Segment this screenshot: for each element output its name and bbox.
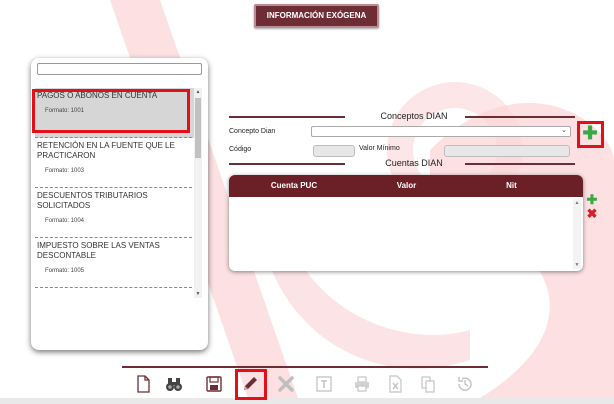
scrollbar-thumb[interactable]	[195, 98, 201, 158]
copy-icon	[421, 376, 435, 393]
scroll-up-icon[interactable]: ▲	[194, 89, 202, 95]
window-bottom-bar	[0, 398, 614, 404]
search-button[interactable]	[164, 374, 184, 394]
valor-minimo-label: Valor Mínimo	[359, 145, 400, 152]
list-item[interactable]: DESCUENTOS TRIBUTARIOS SOLICITADOS Forma…	[35, 188, 197, 238]
list-item-title: DESCUENTOS TRIBUTARIOS SOLICITADOS	[37, 191, 148, 210]
conceptos-rule-left	[229, 116, 345, 118]
add-concepto-highlight	[577, 121, 604, 148]
concepto-dian-select[interactable]: ⌄	[311, 126, 571, 137]
history-button[interactable]	[455, 374, 475, 394]
binoculars-icon	[166, 378, 182, 391]
chevron-down-icon: ⌄	[561, 127, 567, 134]
format-search-input[interactable]	[37, 63, 202, 75]
column-cuenta-puc[interactable]: Cuenta PUC	[229, 175, 359, 197]
save-icon	[206, 376, 222, 392]
excel-icon	[389, 375, 402, 393]
list-item[interactable]: IMPUESTO SOBRE LAS VENTAS DESCONTABLE Fo…	[35, 238, 197, 288]
scroll-up-icon[interactable]: ▲	[573, 200, 581, 206]
scroll-down-icon[interactable]: ▼	[573, 262, 581, 268]
edit-button-highlight	[235, 369, 267, 400]
toolbar-divider	[122, 366, 488, 368]
column-nit[interactable]: Nit	[454, 175, 569, 197]
cuentas-dian-title: Cuentas DIAN	[385, 158, 443, 168]
codigo-field[interactable]	[313, 145, 355, 157]
list-item-format: Formato: 1003	[45, 168, 85, 174]
scroll-down-icon[interactable]: ▼	[194, 291, 202, 297]
codigo-label: Código	[229, 146, 252, 153]
selected-item-highlight	[32, 89, 190, 133]
print-button[interactable]	[352, 374, 372, 394]
concepto-dian-label: Concepto Dian	[229, 128, 276, 135]
list-item-format: Formato: 1005	[45, 268, 85, 274]
print-icon	[355, 376, 369, 392]
delete-button[interactable]	[276, 374, 296, 394]
formats-list-scrollbar[interactable]: ▲ ▼	[194, 88, 202, 298]
cuentas-rule-left	[229, 163, 345, 165]
list-item[interactable]: RETENCIÓN EN LA FUENTE QUE LE PRACTICARO…	[35, 138, 197, 188]
remove-cuenta-x-icon[interactable]: ✖	[585, 207, 599, 220]
delete-icon	[278, 376, 294, 392]
new-document-button[interactable]	[133, 374, 153, 394]
history-icon	[458, 377, 472, 391]
new-document-icon	[137, 375, 150, 393]
list-item-title: IMPUESTO SOBRE LAS VENTAS DESCONTABLE	[37, 241, 160, 260]
save-button[interactable]	[204, 374, 224, 394]
add-cuenta-plus-icon[interactable]: ✚	[585, 193, 599, 206]
list-item-format: Formato: 1004	[45, 218, 85, 224]
cuentas-dian-table: Cuenta PUC Valor Nit ▲ ▼	[229, 175, 583, 271]
table-scrollbar[interactable]: ▲ ▼	[573, 199, 581, 269]
conceptos-dian-title: Conceptos DIAN	[380, 111, 448, 121]
cuentas-rule-right	[465, 163, 575, 165]
list-item-title: RETENCIÓN EN LA FUENTE QUE LE PRACTICARO…	[37, 141, 175, 160]
valor-minimo-field[interactable]	[444, 145, 570, 157]
copy-button[interactable]	[418, 374, 438, 394]
conceptos-rule-right	[465, 116, 575, 118]
column-valor[interactable]: Valor	[359, 175, 454, 197]
table-header: Cuenta PUC Valor Nit	[229, 175, 583, 197]
informacion-exogena-button[interactable]: INFORMACIÓN EXÓGENA	[254, 4, 379, 28]
text-button[interactable]	[314, 374, 334, 394]
excel-button[interactable]	[385, 374, 405, 394]
text-icon	[316, 376, 332, 392]
